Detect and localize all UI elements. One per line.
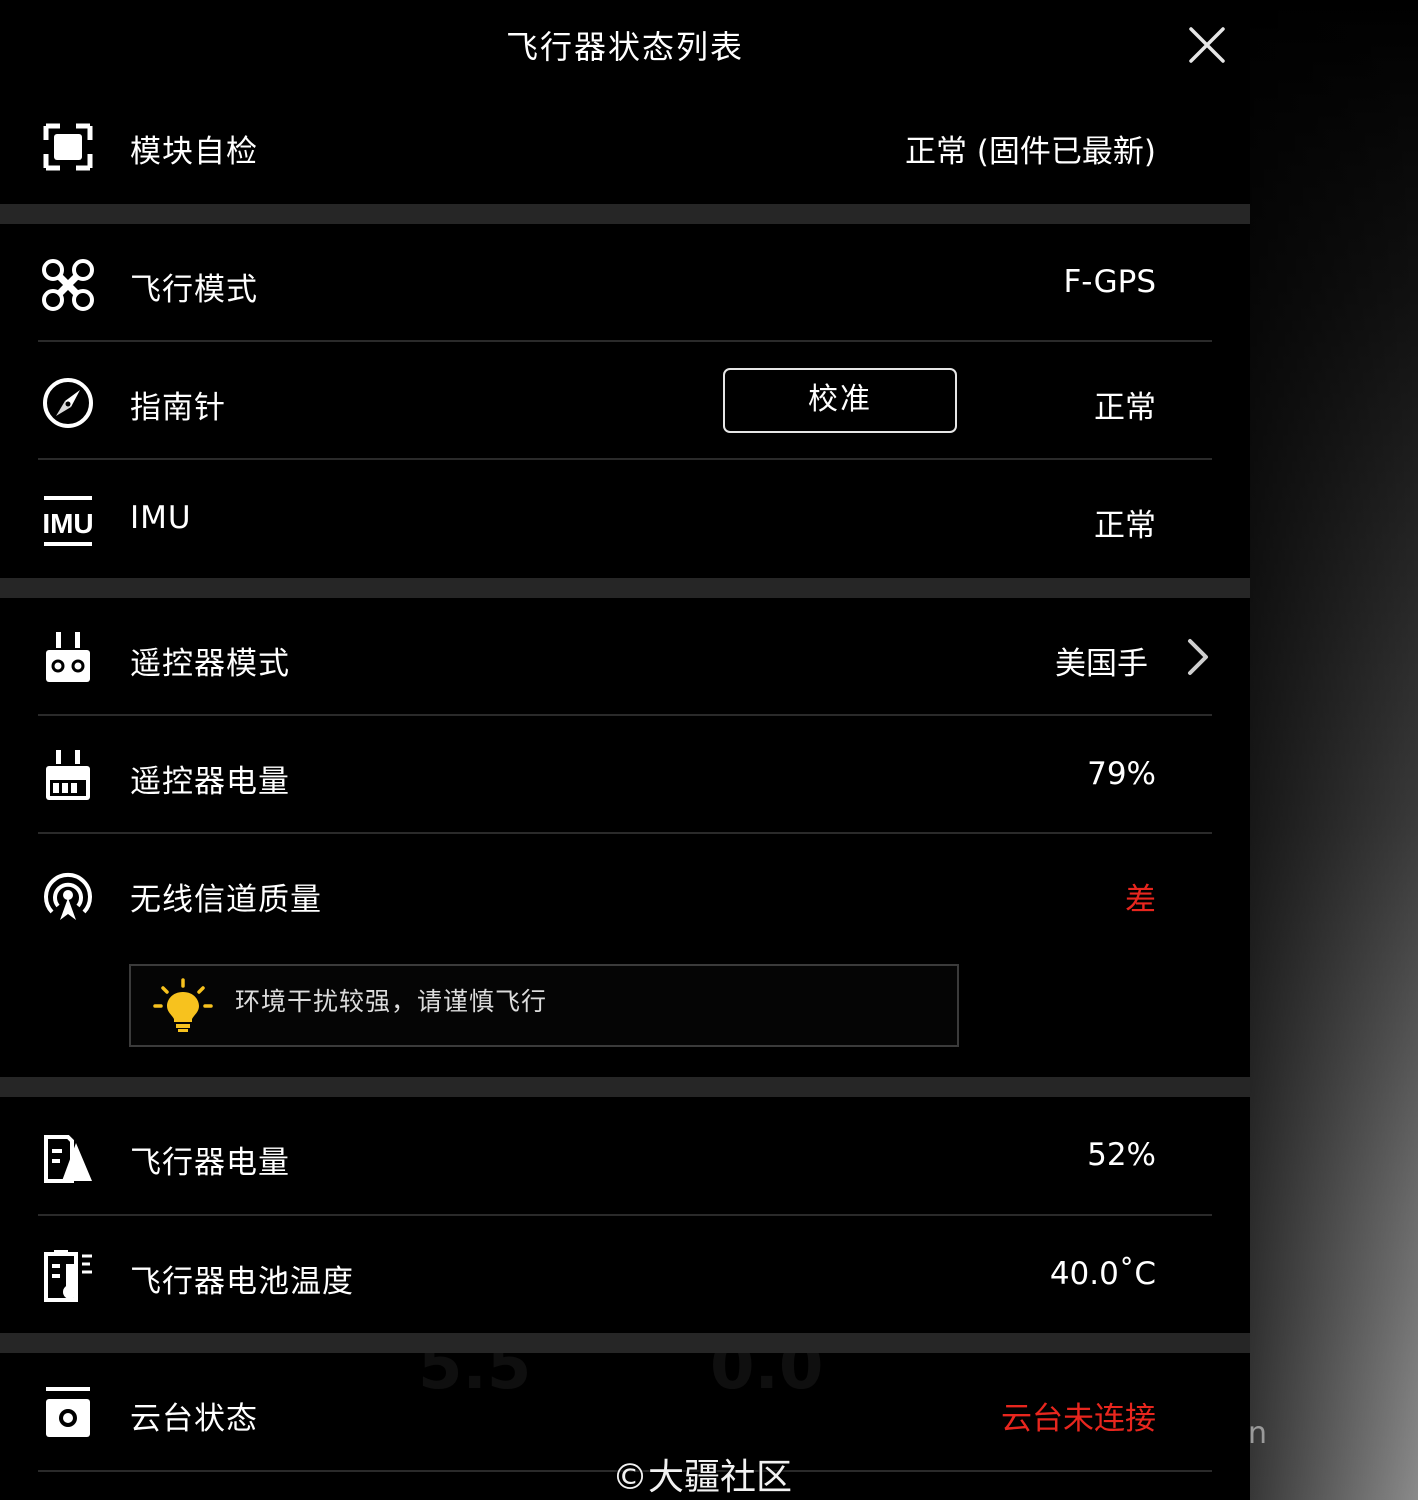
- rc-mode-label: 遥控器模式: [130, 646, 290, 682]
- rc-battery-row[interactable]: 遥控器电量 79%: [0, 716, 1250, 834]
- close-icon: [1189, 27, 1225, 63]
- battery-temperature-value: 40.0˚C: [1049, 1256, 1156, 1292]
- rc-battery-label: 遥控器电量: [130, 764, 290, 800]
- battery-temperature-row[interactable]: 飞行器电池温度 40.0˚C: [0, 1216, 1250, 1334]
- compass-label: 指南针: [130, 390, 226, 426]
- compass-icon: [43, 378, 93, 428]
- module-selfcheck-row[interactable]: 模块自检 正常 (固件已最新): [0, 86, 1250, 204]
- flight-mode-value: F-GPS: [1063, 264, 1156, 300]
- battery-temperature-icon: [44, 1250, 92, 1302]
- close-button[interactable]: [1184, 22, 1230, 68]
- gimbal-camera-icon: [46, 1387, 90, 1437]
- panel-header: 飞行器状态列表: [0, 0, 1250, 86]
- compass-value: 正常: [1094, 390, 1156, 426]
- background-fragment: n: [1248, 1416, 1268, 1451]
- group-separator: [0, 1077, 1250, 1097]
- wireless-signal-icon: [44, 872, 92, 920]
- aircraft-battery-row[interactable]: 飞行器电量 52%: [0, 1097, 1250, 1215]
- rc-battery-value: 79%: [1087, 756, 1156, 792]
- wireless-quality-label: 无线信道质量: [130, 882, 322, 918]
- module-selfcheck-label: 模块自检: [130, 134, 258, 170]
- gimbal-status-value: 云台未连接: [1001, 1401, 1156, 1437]
- wireless-quality-row[interactable]: 无线信道质量 差: [0, 834, 1250, 952]
- gimbal-status-label: 云台状态: [130, 1401, 258, 1437]
- imu-row[interactable]: IMU IMU 正常: [0, 460, 1250, 578]
- svg-text:IMU: IMU: [42, 508, 93, 539]
- rc-mode-value: 美国手: [1055, 646, 1148, 682]
- group-separator: [0, 1333, 1250, 1353]
- imu-value: 正常: [1094, 508, 1156, 544]
- aircraft-battery-label: 飞行器电量: [130, 1145, 290, 1181]
- interference-warning-text: 环境干扰较强，请谨慎飞行: [235, 987, 548, 1016]
- module-selfcheck-value: 正常 (固件已最新): [904, 134, 1156, 170]
- aircraft-status-panel: 5.5 0.0 飞行器状态列表 模块自检 正常 (固件已最新) 飞行模式 F-G…: [0, 0, 1250, 1500]
- battery-temperature-label: 飞行器电池温度: [130, 1264, 354, 1300]
- imu-label: IMU: [130, 500, 192, 536]
- aircraft-battery-icon: [44, 1135, 92, 1183]
- group-separator: [0, 578, 1250, 598]
- imu-icon: IMU: [42, 496, 94, 546]
- flight-mode-label: 飞行模式: [130, 272, 258, 308]
- module-selfcheck-icon: [43, 123, 93, 171]
- wireless-quality-value: 差: [1125, 882, 1156, 918]
- interference-warning: 环境干扰较强，请谨慎飞行: [129, 964, 959, 1047]
- compass-row: 指南针 正常: [0, 342, 1250, 460]
- flight-mode-row[interactable]: 飞行模式 F-GPS: [0, 224, 1250, 342]
- rc-mode-row[interactable]: 遥控器模式 美国手: [0, 598, 1250, 716]
- chevron-right-icon[interactable]: [1184, 638, 1214, 676]
- group-separator: [0, 204, 1250, 224]
- lightbulb-icon: [153, 978, 213, 1032]
- drone-icon: [42, 259, 94, 311]
- watermark: ©大疆社区: [612, 1457, 793, 1498]
- background-camera-view: [1250, 0, 1418, 1500]
- panel-title: 飞行器状态列表: [505, 28, 744, 66]
- remote-controller-battery-icon: [46, 750, 90, 800]
- aircraft-battery-value: 52%: [1087, 1137, 1156, 1173]
- compass-calibrate-button[interactable]: 校准: [723, 368, 957, 433]
- remote-controller-icon: [46, 632, 90, 682]
